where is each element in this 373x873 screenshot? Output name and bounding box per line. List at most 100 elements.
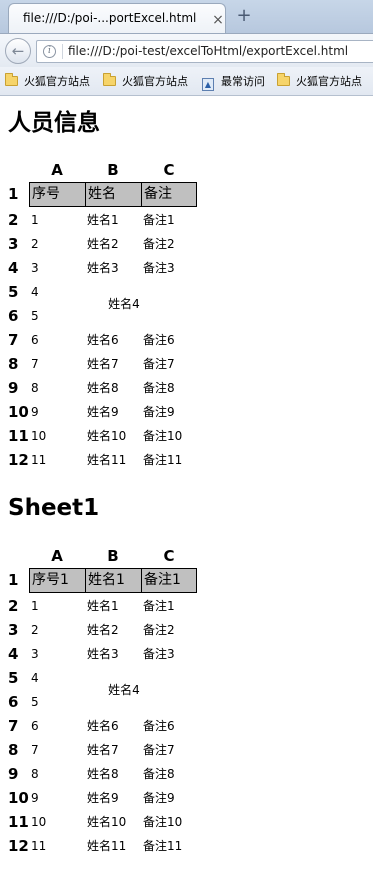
table-row: 12 11 姓名11 备注11 [0,834,373,858]
cell-a: 11 [31,839,47,853]
cell-b: 姓名9 [87,405,119,419]
cell-c: 备注1 [143,599,175,613]
cell-a: 1 [31,213,39,227]
table-row: 10 9 姓名9 备注9 [0,400,373,424]
column-header: A [51,161,63,179]
cell-b: 姓名8 [87,767,119,781]
table-row: 2 1 姓名1 备注1 [0,208,373,232]
cell-c: 备注9 [143,405,175,419]
cell-c: 备注3 [143,647,175,661]
row-number: 3 [8,621,19,639]
table-row: 11 10 姓名10 备注10 [0,810,373,834]
cell-a: 11 [31,453,47,467]
column-header: A [51,547,63,565]
back-arrow-icon[interactable]: ← [5,38,31,64]
row-number: 8 [8,741,19,759]
header-cell: 备注 [144,186,172,202]
cell-c: 备注2 [143,623,175,637]
cell-b: 姓名3 [87,261,119,275]
cell-c: 备注1 [143,213,175,227]
column-header: C [163,161,175,179]
tab-title: file:///D:/poi-...portExcel.html [23,11,197,25]
cell-b: 姓名11 [87,839,127,853]
info-icon[interactable]: i [43,45,56,58]
row-number: 9 [8,765,19,783]
cell-a: 8 [31,767,39,781]
cell-b: 姓名3 [87,647,119,661]
row-number: 6 [8,307,19,325]
cell-a: 1 [31,599,39,613]
url-separator [62,44,63,59]
tab-strip: file:///D:/poi-...portExcel.html × + [0,0,373,33]
cell-c: 备注6 [143,719,175,733]
header-cell: 备注1 [144,572,181,588]
bookmark-item[interactable]: 火狐官方站点 [103,73,188,90]
column-header: C [163,547,175,565]
navigation-toolbar: ← i file:///D:/poi-test/excelToHtml/expo… [0,33,373,67]
new-tab-icon[interactable]: + [236,6,252,26]
row-number: 12 [8,451,29,469]
folder-icon [5,73,18,86]
header-cell: 姓名1 [86,569,142,592]
cell-c: 备注11 [143,453,183,467]
table-row: 3 2 姓名2 备注2 [0,232,373,256]
row-number: 5 [8,283,19,301]
url-text[interactable]: file:///D:/poi-test/excelToHtml/exportEx… [68,41,348,62]
table-row: 2 1 姓名1 备注1 [0,594,373,618]
row-number: 7 [8,717,19,735]
cell-b: 姓名10 [87,815,127,829]
sheet-title: 人员信息 [8,110,100,136]
column-header: B [107,161,119,179]
cell-a: 2 [31,623,39,637]
cell-b: 姓名10 [87,429,127,443]
header-cells: 序号1 姓名1 备注1 [29,568,197,593]
row-number: 6 [8,693,19,711]
table-row: 65 [0,690,373,714]
tab-export-excel[interactable]: file:///D:/poi-...portExcel.html × [8,3,226,33]
cell-b: 姓名2 [87,237,119,251]
bookmark-item[interactable]: ▲ 最常访问 [202,73,265,91]
cell-a: 9 [31,791,39,805]
column-header: B [107,547,119,565]
bookmarks-toolbar: 火狐官方站点 火狐官方站点 ▲ 最常访问 火狐官方站点 [0,67,373,96]
cell-c: 备注10 [143,815,183,829]
row-number: 10 [8,789,29,807]
table-row: 4 3 姓名3 备注3 [0,256,373,280]
table-row: 54 [0,666,373,690]
table-row: 9 8 姓名8 备注8 [0,762,373,786]
cell-a: 7 [31,743,39,757]
cell-b: 姓名6 [87,719,119,733]
cell-a: 9 [31,405,39,419]
cell-c: 备注8 [143,381,175,395]
table-row: 9 8 姓名8 备注8 [0,376,373,400]
cell-a: 10 [31,429,47,443]
cell-a: 6 [31,719,39,733]
row-number: 9 [8,379,19,397]
cell-b: 姓名2 [87,623,119,637]
cell-b: 姓名7 [87,743,119,757]
cell-c: 备注11 [143,839,183,853]
cell-b: 姓名9 [87,791,119,805]
table-row: 12 11 姓名11 备注11 [0,448,373,472]
bookmark-label: 火狐官方站点 [24,75,90,88]
cell-c: 备注8 [143,767,175,781]
bookmark-item[interactable]: 火狐官方站点 [277,73,362,90]
url-bar[interactable]: i file:///D:/poi-test/excelToHtml/export… [36,40,373,63]
row-number: 2 [8,597,19,615]
row-number: 4 [8,645,19,663]
header-cell: 序号 [30,183,86,206]
cell-a: 10 [31,815,47,829]
row-number: 7 [8,331,19,349]
folder-icon [277,73,290,86]
close-icon[interactable]: × [210,12,225,28]
row-number: 8 [8,355,19,373]
cell-b: 姓名6 [87,333,119,347]
cell-a: 3 [31,261,39,275]
cell-b: 姓名1 [87,213,119,227]
cell-a: 2 [31,237,39,251]
table-row: 65 [0,304,373,328]
table-row: 8 7 姓名7 备注7 [0,738,373,762]
merged-cell: 姓名4 [108,683,140,697]
cell-a: 7 [31,357,39,371]
bookmark-item[interactable]: 火狐官方站点 [5,73,90,90]
